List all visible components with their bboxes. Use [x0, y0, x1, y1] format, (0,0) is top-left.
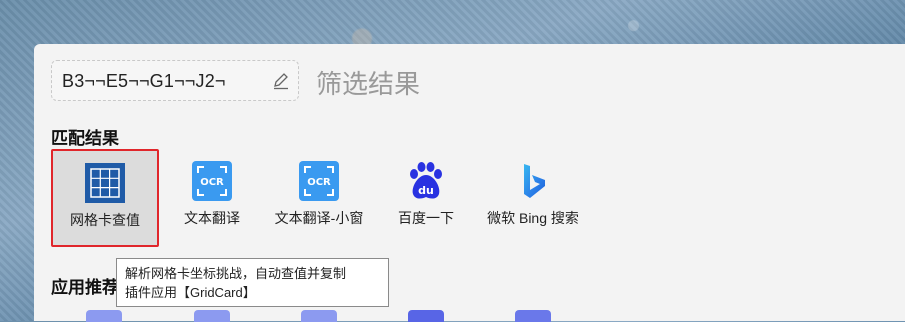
edit-icon[interactable] — [272, 72, 290, 90]
result-label: 百度一下 — [398, 210, 454, 226]
result-label: 微软 Bing 搜索 — [487, 210, 579, 226]
result-baidu[interactable]: du 百度一下 — [372, 149, 480, 247]
recommend-app-icon[interactable] — [515, 310, 551, 322]
app-recommend-title: 应用推荐 — [51, 278, 119, 297]
search-value: B3¬¬E5¬¬G1¬¬J2¬ — [62, 71, 226, 91]
ocr-icon: OCR — [299, 161, 339, 201]
result-text-translate-mini[interactable]: OCR 文本翻译-小窗 — [265, 149, 373, 247]
result-text-translate[interactable]: OCR 文本翻译 — [158, 149, 266, 247]
filter-label: 筛选结果 — [316, 69, 421, 99]
tooltip-line-2: 插件应用【GridCard】 — [125, 285, 256, 300]
recommend-app-icon[interactable] — [301, 310, 337, 322]
result-bing[interactable]: 微软 Bing 搜索 — [479, 149, 587, 247]
tooltip: 解析网格卡坐标挑战，自动查值并复制 插件应用【GridCard】 — [116, 258, 389, 307]
ocr-icon: OCR — [192, 161, 232, 201]
svg-text:OCR: OCR — [307, 177, 331, 188]
match-results-title: 匹配结果 — [51, 129, 119, 148]
baidu-icon: du — [410, 162, 442, 199]
svg-text:du: du — [418, 184, 434, 197]
grid-icon — [85, 163, 125, 203]
svg-text:OCR: OCR — [200, 177, 224, 188]
recommend-app-icon[interactable] — [408, 310, 444, 322]
search-input[interactable]: B3¬¬E5¬¬G1¬¬J2¬ — [51, 60, 299, 101]
result-grid-card[interactable]: 网格卡查值 — [51, 149, 159, 247]
result-label: 网格卡查值 — [70, 212, 140, 228]
recommend-app-icon[interactable] — [86, 310, 122, 322]
tooltip-line-1: 解析网格卡坐标挑战，自动查值并复制 — [125, 266, 347, 281]
result-label: 文本翻译 — [184, 210, 240, 226]
result-label: 文本翻译-小窗 — [274, 210, 364, 226]
recommend-app-icon[interactable] — [194, 310, 230, 322]
bing-icon — [524, 164, 545, 198]
